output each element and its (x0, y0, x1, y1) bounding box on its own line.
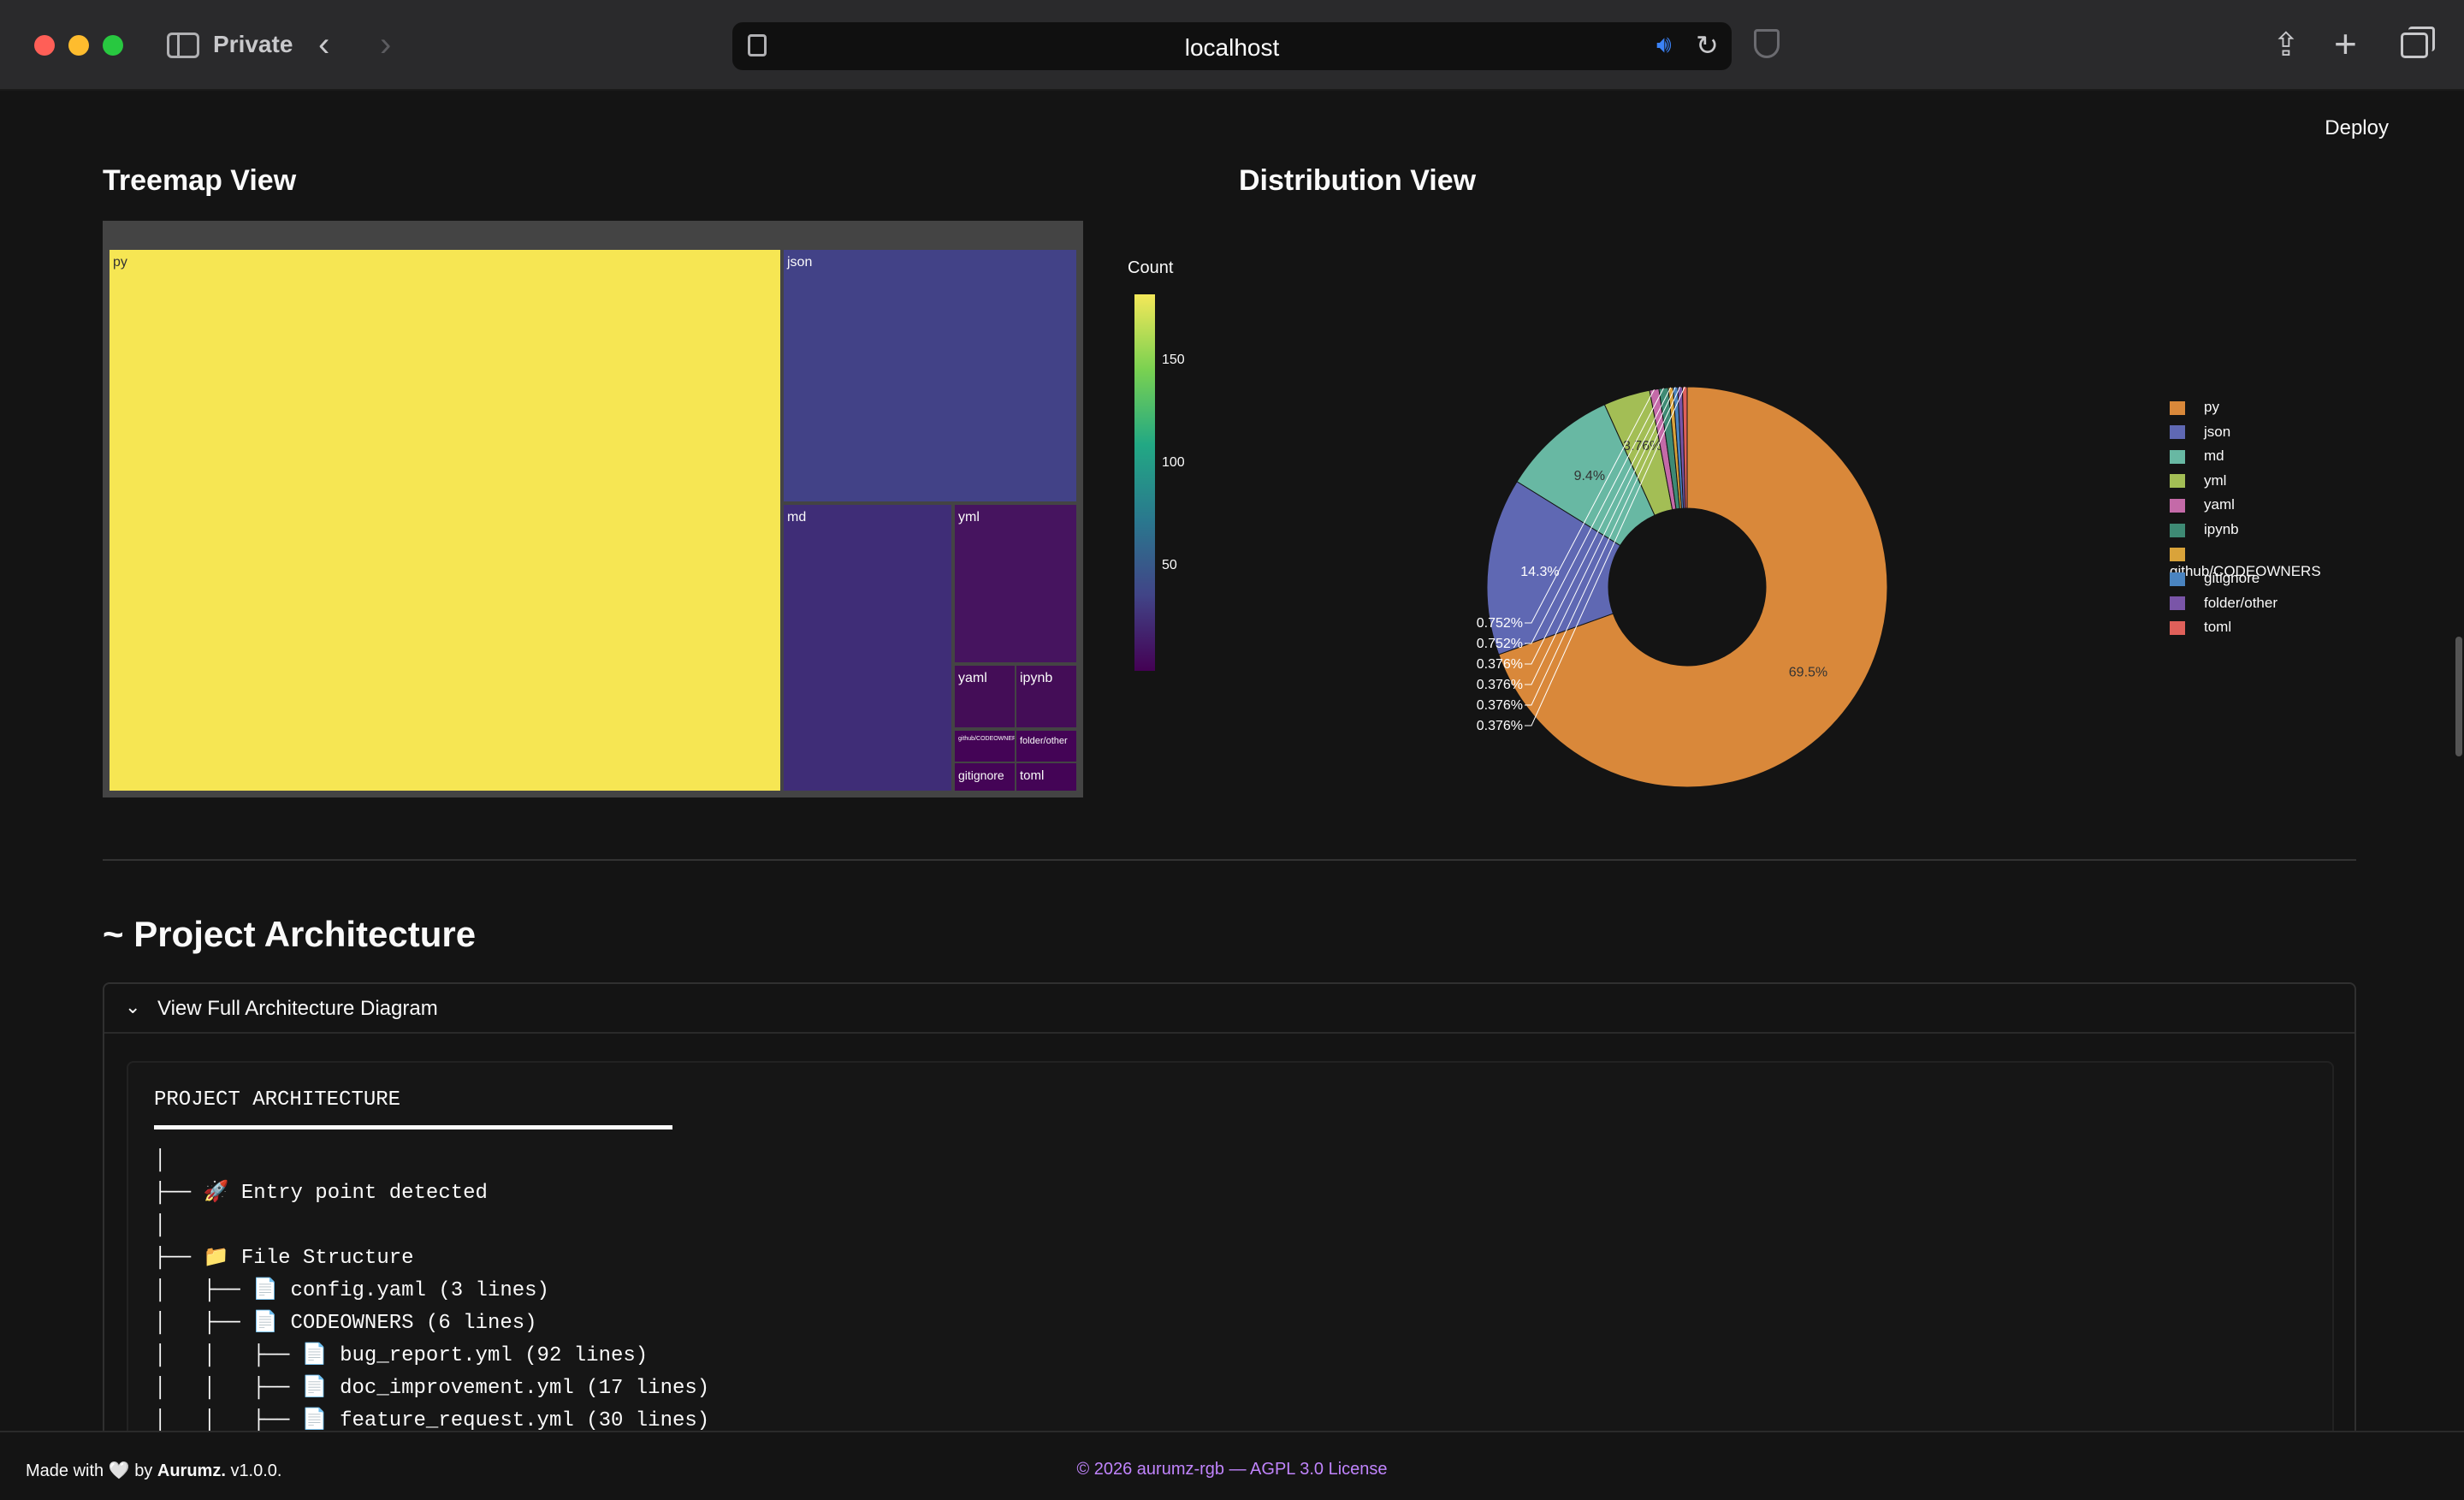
tree-line: │ ├── 📄 CODEOWNERS (6 lines) (154, 1312, 537, 1335)
colorbar-tick: 100 (1162, 455, 1185, 470)
pie-data-label: 9.4% (1574, 469, 1605, 483)
treemap-title: Treemap View (103, 164, 297, 197)
minimize-window-button[interactable] (68, 35, 89, 56)
footer-copyright: © 2026 aurumz-rgb — AGPL 3.0 License (1076, 1460, 1388, 1479)
browser-toolbar: Private ‹ › localhost 🔊︎ ↻ ⇪ + (0, 0, 2464, 91)
new-tab-icon[interactable]: + (2334, 21, 2357, 67)
legend-item-yml[interactable]: yml (2170, 472, 2226, 495)
legend-label: yaml (2204, 496, 2235, 513)
share-icon[interactable]: ⇪ (2272, 26, 2300, 64)
treemap-cell-yml[interactable]: yml (955, 505, 1076, 662)
tree-line: │ │ ├── 📄 doc_improvement.yml (17 lines) (154, 1377, 710, 1400)
legend-swatch (2170, 400, 2185, 415)
treemap-cell-yaml[interactable]: yaml (955, 666, 1015, 727)
private-window-label: Private (213, 31, 293, 57)
legend-item-md[interactable]: md (2170, 448, 2224, 470)
forward-icon[interactable]: › (380, 26, 391, 64)
pie-data-label: 0.376% (1477, 657, 1523, 672)
legend-swatch (2170, 620, 2185, 635)
legend-item-py[interactable]: py (2170, 399, 2219, 421)
footer: Made with 🤍 by Aurumz. v1.0.0. © 2026 au… (0, 1431, 2464, 1500)
donut-chart[interactable]: 69.5% 14.3% 9.4% 3.76% 0.752% 0.752% 0.376% 0.3… (1232, 221, 2354, 797)
legend-item-json[interactable]: json (2170, 424, 2230, 446)
legend-label: py (2204, 399, 2219, 415)
treemap-cell-gitignore[interactable]: gitignore (955, 763, 1015, 791)
legend-label: gitignore (2204, 570, 2260, 587)
pie-data-label: 0.376% (1477, 698, 1523, 713)
legend-label: ipynb (2204, 521, 2239, 537)
zoom-window-button[interactable] (103, 35, 123, 56)
legend-item-yaml[interactable]: yaml (2170, 496, 2235, 519)
expander-header[interactable]: ⌄ View Full Architecture Diagram (104, 984, 2354, 1034)
treemap-cell-json[interactable]: json (784, 250, 1076, 501)
tree-line: │ (154, 1149, 167, 1172)
architecture-header: PROJECT ARCHITECTURE (154, 1088, 401, 1112)
chevron-down-icon: ⌄ (125, 996, 141, 1017)
legend-swatch (2170, 548, 2185, 562)
legend-swatch (2170, 572, 2185, 586)
tree-line: │ (154, 1214, 167, 1237)
legend-item-gitignore[interactable]: gitignore (2170, 570, 2260, 592)
legend-label: folder/other (2204, 594, 2277, 611)
tree-lines: │ ├── 🚀 Entry point detected │ ├── 📁 Fil… (154, 1145, 2307, 1438)
tree-line: ├── 📁 File Structure (154, 1247, 414, 1270)
tree-line: │ ├── 📄 config.yaml (3 lines) (154, 1279, 549, 1302)
colorbar-title: Count (1128, 258, 1174, 277)
pie-data-label: 0.752% (1477, 616, 1523, 631)
treemap-cell-folder-other[interactable]: folder/other (1016, 731, 1076, 762)
sound-icon[interactable]: 🔊︎ (1656, 31, 1672, 59)
legend-swatch (2170, 498, 2185, 513)
architecture-expander: ⌄ View Full Architecture Diagram PROJECT… (103, 982, 2356, 1500)
url-text: localhost (1184, 34, 1280, 61)
legend-swatch (2170, 523, 2185, 537)
legend-swatch (2170, 425, 2185, 440)
treemap-cell-ipynb[interactable]: ipynb (1016, 666, 1076, 727)
tabs-icon[interactable] (2401, 27, 2435, 58)
pie-data-label: 69.5% (1789, 666, 1827, 680)
address-bar[interactable]: localhost 🔊︎ ↻ (732, 22, 1732, 70)
legend-swatch (2170, 596, 2185, 611)
deploy-button[interactable]: Deploy (2325, 116, 2389, 140)
distribution-title: Distribution View (1239, 164, 1477, 197)
header-underline (154, 1125, 672, 1129)
pie-data-label: 0.376% (1477, 719, 1523, 733)
legend-swatch (2170, 474, 2185, 489)
back-icon[interactable]: ‹ (318, 26, 329, 64)
pie-data-label: 0.752% (1477, 637, 1523, 651)
colorbar-tick: 150 (1162, 353, 1185, 367)
colorbar (1134, 294, 1155, 671)
shield-icon[interactable] (1754, 29, 1780, 58)
app-main: Deploy Treemap View Distribution View py… (0, 91, 2464, 1500)
legend-item-folder-other[interactable]: folder/other (2170, 595, 2277, 617)
legend-item-github-codeowners[interactable]: github/CODEOWNERS (2170, 546, 2354, 579)
legend-item-toml[interactable]: toml (2170, 619, 2231, 641)
tree-line: ├── 🚀 Entry point detected (154, 1182, 488, 1205)
pie-data-label: 14.3% (1520, 565, 1559, 579)
tree-line: │ │ ├── 📄 bug_report.yml (92 lines) (154, 1344, 649, 1367)
treemap-cell-toml[interactable]: toml (1016, 763, 1076, 791)
architecture-title: ~ Project Architecture (103, 914, 477, 954)
section-divider (103, 859, 2356, 861)
legend-label: json (2204, 423, 2231, 440)
scrollbar-thumb[interactable] (2455, 637, 2462, 756)
expander-label: View Full Architecture Diagram (157, 997, 438, 1020)
legend-label: toml (2204, 619, 2232, 636)
treemap-cell-github-codeowners[interactable]: github/CODEOWNERS (955, 731, 1015, 762)
legend-swatch (2170, 449, 2185, 464)
legend-label: md (2204, 448, 2224, 465)
colorbar-tick: 50 (1162, 558, 1177, 572)
legend-label: yml (2204, 471, 2227, 489)
legend-item-ipynb[interactable]: ipynb (2170, 521, 2239, 543)
treemap-cell-md[interactable]: md (784, 505, 951, 791)
close-window-button[interactable] (34, 35, 55, 56)
treemap-cell-py[interactable]: py (110, 250, 780, 791)
pie-data-label: 0.376% (1477, 678, 1523, 692)
reload-icon[interactable]: ↻ (1696, 29, 1719, 62)
treemap-chart[interactable]: py json md yml yaml ipynb github/CODEOWNERS fol… (103, 221, 1083, 797)
sidebar-icon[interactable] (167, 33, 199, 58)
